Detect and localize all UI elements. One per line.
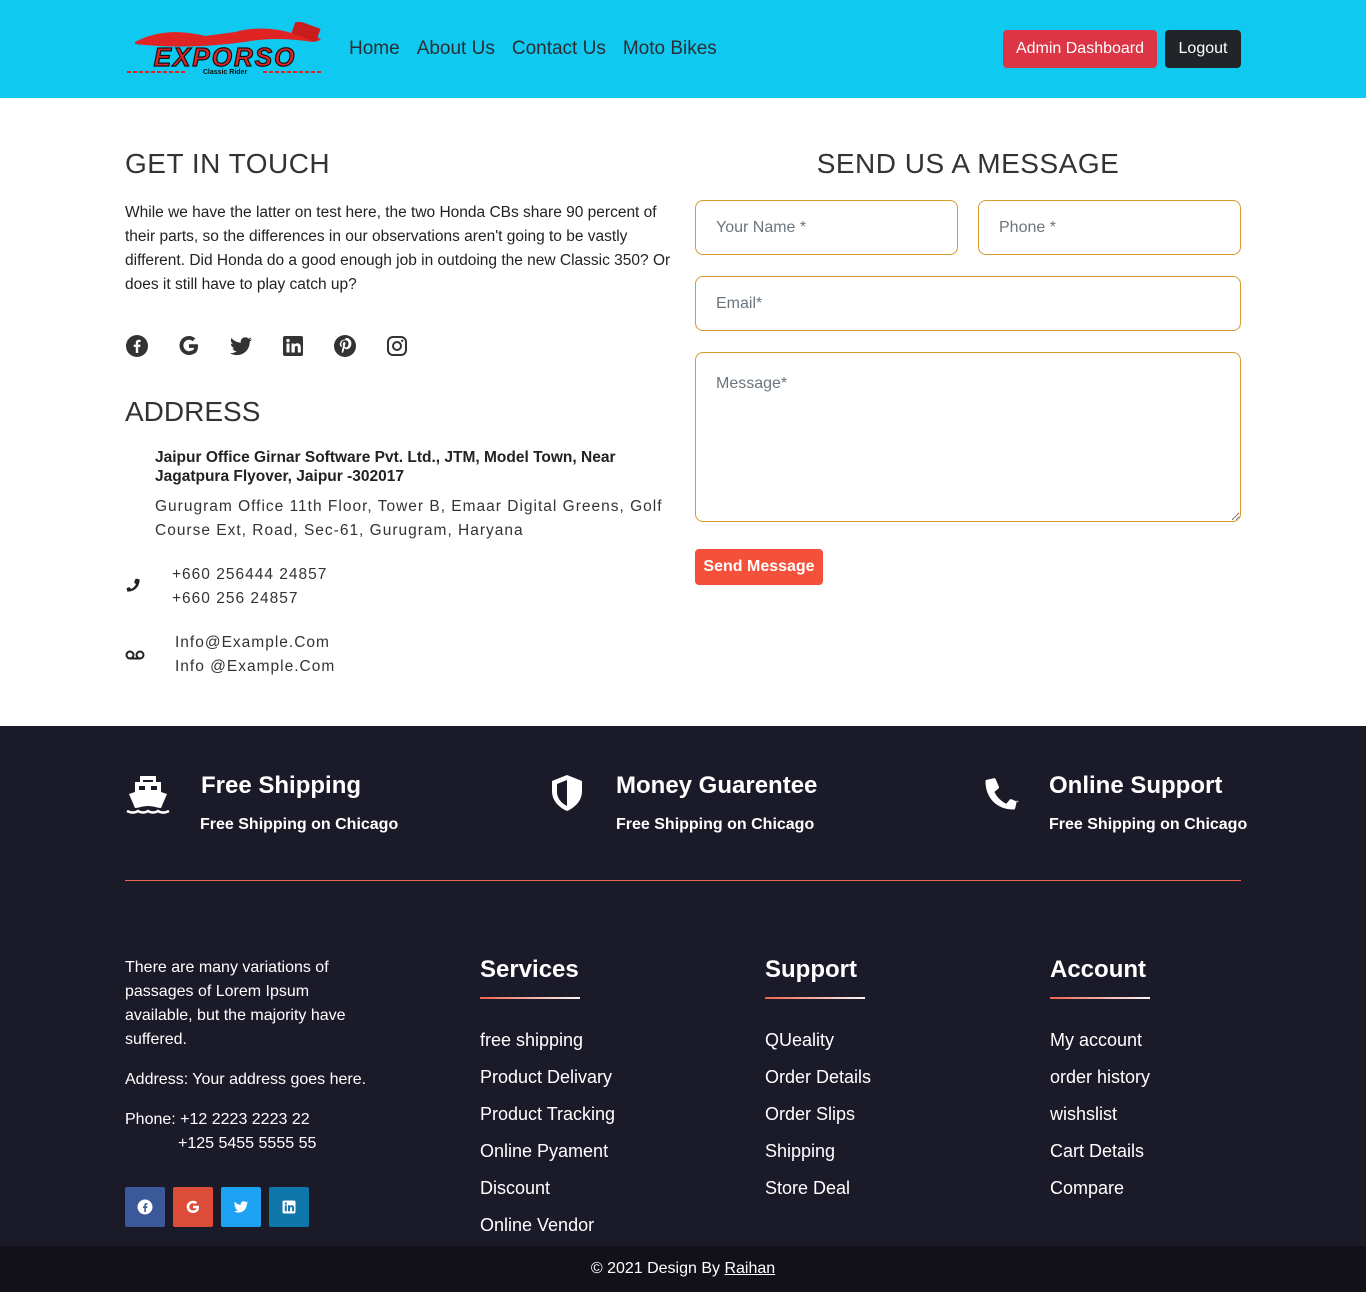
- copyright-bar: © 2021 Design By Raihan: [0, 1246, 1366, 1292]
- svg-text:Classic Rider: Classic Rider: [203, 69, 248, 76]
- account-heading: Account: [1050, 956, 1146, 983]
- twitter-icon: [234, 1201, 248, 1213]
- support-link[interactable]: Order Slips: [765, 1096, 871, 1133]
- svg-text:EXPORSO: EXPORSO: [154, 42, 297, 72]
- services-link[interactable]: Product Tracking: [480, 1096, 615, 1133]
- pinterest-icon[interactable]: [333, 334, 357, 358]
- contact-phone-1[interactable]: +660 256444 24857: [172, 563, 327, 587]
- contact-social-icons: [125, 334, 409, 358]
- linkedin-icon[interactable]: [281, 334, 305, 358]
- services-list: free shipping Product Delivary Product T…: [480, 1022, 615, 1244]
- logout-button[interactable]: Logout: [1165, 30, 1241, 68]
- feature-subtitle: Free Shipping on Chicago: [616, 816, 815, 833]
- footer-twitter-button[interactable]: [221, 1187, 261, 1227]
- send-message-heading: SEND US A MESSAGE: [816, 148, 1120, 179]
- feature-title: Free Shipping: [201, 772, 362, 799]
- feature-title: Online Support: [1049, 772, 1223, 799]
- author-link[interactable]: Raihan: [724, 1260, 775, 1277]
- footer-google-button[interactable]: [173, 1187, 213, 1227]
- footer-phone-2: +125 5455 5555 55: [178, 1135, 317, 1152]
- feature-subtitle: Free Shipping on Chicago: [1049, 816, 1248, 833]
- support-link[interactable]: Shipping: [765, 1133, 871, 1170]
- instagram-icon[interactable]: [385, 334, 409, 358]
- account-link[interactable]: My account: [1050, 1022, 1150, 1059]
- services-underline: [480, 997, 580, 999]
- email-input[interactable]: [695, 276, 1241, 331]
- support-heading: Support: [765, 956, 857, 983]
- admin-dashboard-button[interactable]: Admin Dashboard: [1003, 30, 1157, 68]
- get-in-touch-heading: GET IN TOUCH: [125, 148, 331, 179]
- services-link[interactable]: free shipping: [480, 1022, 615, 1059]
- top-navbar: EXPORSO Classic Rider Home About Us Cont…: [0, 0, 1366, 98]
- address-heading: ADDRESS: [125, 396, 261, 427]
- ship-icon: [125, 774, 171, 814]
- contact-phones: +660 256444 24857 +660 256 24857: [172, 563, 327, 611]
- feature-title: Money Guarentee: [616, 772, 818, 799]
- twitter-icon[interactable]: [229, 334, 253, 358]
- account-underline: [1050, 997, 1150, 999]
- services-link[interactable]: Discount: [480, 1170, 615, 1207]
- services-link[interactable]: Online Vendor: [480, 1207, 615, 1244]
- facebook-icon[interactable]: [125, 334, 149, 358]
- gurugram-office-address: Gurugram Office 11th Floor, Tower B, Ema…: [155, 498, 663, 539]
- contact-emails: Info@Example.Com Info @Example.Com: [175, 631, 335, 679]
- services-link[interactable]: Online Pyament: [480, 1133, 615, 1170]
- account-link[interactable]: wishslist: [1050, 1096, 1150, 1133]
- services-link[interactable]: Product Delivary: [480, 1059, 615, 1096]
- support-link[interactable]: QUeality: [765, 1022, 871, 1059]
- contact-phone-2[interactable]: +660 256 24857: [172, 587, 327, 611]
- contact-email-1[interactable]: Info@Example.Com: [175, 631, 335, 655]
- footer-facebook-button[interactable]: [125, 1187, 165, 1227]
- facebook-icon: [137, 1199, 153, 1215]
- support-link[interactable]: Order Details: [765, 1059, 871, 1096]
- footer-address: Address: Your address goes here.: [125, 1071, 367, 1088]
- get-in-touch-text: While we have the latter on test here, t…: [125, 204, 671, 293]
- account-link[interactable]: order history: [1050, 1059, 1150, 1096]
- account-link[interactable]: Compare: [1050, 1170, 1150, 1207]
- nav-contact-us[interactable]: Contact Us: [512, 38, 606, 60]
- google-icon: [186, 1200, 199, 1213]
- footer-phone-1: Phone: +12 2223 2223 22: [125, 1111, 310, 1128]
- nav-about-us[interactable]: About Us: [417, 38, 495, 60]
- exporso-logo[interactable]: EXPORSO Classic Rider: [125, 19, 325, 76]
- main-nav: Home About Us Contact Us Moto Bikes: [349, 38, 717, 60]
- footer-divider: [125, 880, 1241, 881]
- shield-icon: [550, 774, 596, 814]
- contact-email-2[interactable]: Info @Example.Com: [175, 655, 335, 679]
- support-list: QUeality Order Details Order Slips Shipp…: [765, 1022, 871, 1207]
- services-heading: Services: [480, 956, 579, 983]
- support-link[interactable]: Store Deal: [765, 1170, 871, 1207]
- footer-about-text: There are many variations of passages of…: [125, 959, 346, 1048]
- feature-subtitle: Free Shipping on Chicago: [200, 816, 399, 833]
- message-textarea[interactable]: [695, 352, 1241, 522]
- account-link[interactable]: Cart Details: [1050, 1133, 1150, 1170]
- name-input[interactable]: [695, 200, 958, 255]
- phone-input[interactable]: [978, 200, 1241, 255]
- nav-home[interactable]: Home: [349, 38, 400, 60]
- phone-icon: [125, 577, 141, 593]
- account-list: My account order history wishslist Cart …: [1050, 1022, 1150, 1207]
- phone-icon: [983, 774, 1029, 814]
- google-icon[interactable]: [177, 334, 201, 358]
- nav-moto-bikes[interactable]: Moto Bikes: [623, 38, 717, 60]
- copyright-text: © 2021 Design By: [590, 1260, 725, 1277]
- support-underline: [765, 997, 865, 999]
- linkedin-icon: [282, 1200, 296, 1214]
- jaipur-office-address: Jaipur Office Girnar Software Pvt. Ltd.,…: [155, 449, 616, 485]
- footer-linkedin-button[interactable]: [269, 1187, 309, 1227]
- send-message-button[interactable]: Send Message: [695, 549, 823, 585]
- voicemail-icon: [125, 648, 145, 660]
